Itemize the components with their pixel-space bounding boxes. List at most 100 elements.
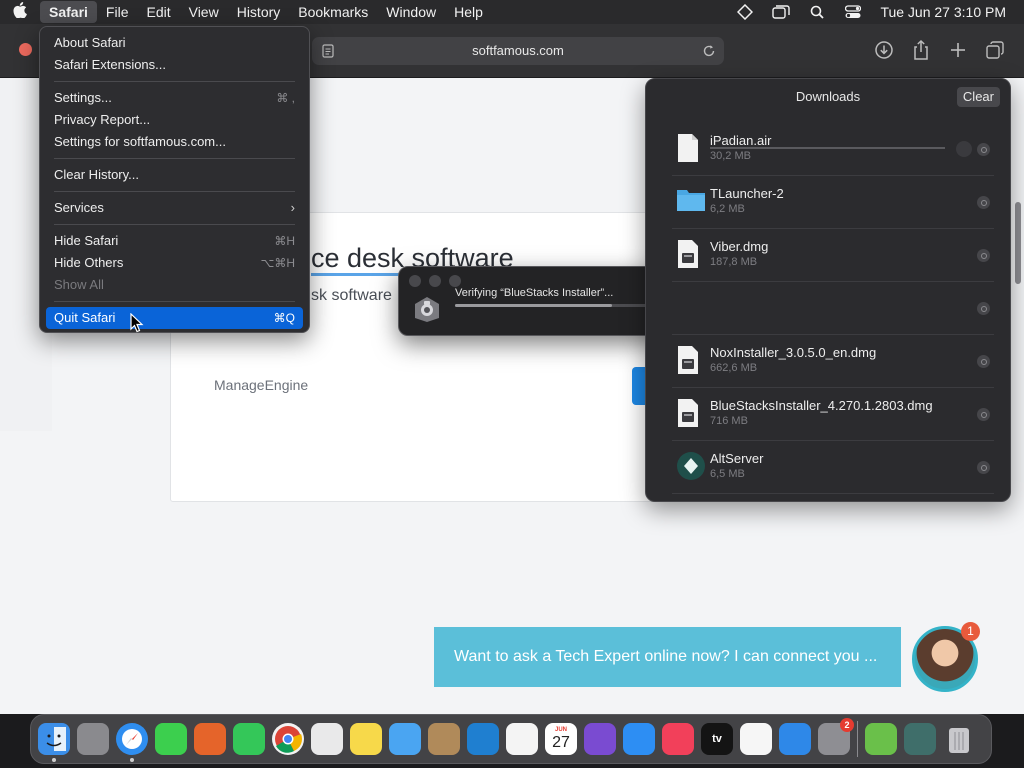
chat-prompt-banner[interactable]: Want to ask a Tech Expert online now? I …	[434, 627, 901, 687]
menu-bar-clock[interactable]: Tue Jun 27 3:10 PM	[880, 4, 1006, 20]
menu-item-label: Clear History...	[54, 167, 139, 182]
dock-trash-icon[interactable]	[943, 723, 975, 755]
menu-item-label: Services	[54, 200, 104, 215]
menu-item-safari-extensions[interactable]: Safari Extensions...	[46, 54, 303, 76]
download-item[interactable]: AltServer 6,5 MB	[672, 441, 994, 494]
dock-finder-icon[interactable]	[38, 723, 70, 762]
menu-file[interactable]: File	[97, 1, 138, 23]
dock-altserver-icon[interactable]	[904, 723, 936, 755]
verify-progress-fill	[455, 304, 612, 307]
menu-item-quit-safari[interactable]: Quit Safari ⌘Q	[46, 307, 303, 329]
menu-item-hide-safari[interactable]: Hide Safari ⌘H	[46, 230, 303, 252]
disk-image-icon	[676, 345, 704, 377]
new-tab-icon[interactable]	[947, 39, 969, 61]
menu-item-site-settings[interactable]: Settings for softfamous.com...	[46, 131, 303, 153]
close-dot[interactable]	[409, 275, 421, 287]
reveal-in-finder-icon[interactable]	[977, 461, 990, 474]
menu-safari[interactable]: Safari	[40, 1, 97, 23]
scrollbar-thumb[interactable]	[1015, 202, 1021, 284]
brand-label[interactable]: ManageEngine	[214, 377, 308, 393]
calendar-day: 27	[552, 734, 570, 751]
menu-item-clear-history[interactable]: Clear History...	[46, 164, 303, 186]
diamond-icon[interactable]	[736, 4, 754, 20]
dock-bluestacks-icon[interactable]	[865, 723, 897, 755]
chevron-right-icon: ›	[290, 200, 295, 215]
reveal-in-finder-icon[interactable]	[977, 355, 990, 368]
menu-bookmarks[interactable]: Bookmarks	[289, 1, 377, 23]
zoom-dot[interactable]	[449, 275, 461, 287]
dock-keynote-icon[interactable]	[779, 723, 811, 755]
dock-notes-icon[interactable]	[350, 723, 382, 755]
dock-safari-icon[interactable]	[116, 723, 148, 762]
dock-app-store-icon[interactable]	[623, 723, 655, 755]
search-icon[interactable]	[808, 5, 826, 19]
dock-reminders-icon[interactable]	[506, 723, 538, 755]
control-center-icon[interactable]	[844, 5, 862, 19]
dock-vscode-icon[interactable]	[467, 723, 499, 755]
dock-music-icon[interactable]	[662, 723, 694, 755]
dock: JUN 27 tv 2	[30, 714, 992, 764]
dock-firefox-icon[interactable]	[194, 723, 226, 755]
minimize-dot[interactable]	[429, 275, 441, 287]
dock-apple-tv-icon[interactable]: tv	[701, 723, 733, 755]
stop-download-icon[interactable]	[956, 141, 972, 157]
reveal-in-finder-icon[interactable]	[977, 302, 990, 315]
dock-contacts-icon[interactable]	[428, 723, 460, 755]
menu-item-privacy-report[interactable]: Privacy Report...	[46, 109, 303, 131]
dock-visual-studio-icon[interactable]	[584, 723, 616, 755]
menu-item-label: Privacy Report...	[54, 112, 151, 127]
download-filename: Viber.dmg	[710, 239, 769, 254]
dock-news-icon[interactable]	[740, 723, 772, 755]
reveal-in-finder-icon[interactable]	[977, 249, 990, 262]
menu-history[interactable]: History	[228, 1, 290, 23]
menu-window[interactable]: Window	[377, 1, 445, 23]
menu-item-show-all: Show All	[46, 274, 303, 296]
menu-item-services[interactable]: Services ›	[46, 197, 303, 219]
dock-facetime-icon[interactable]	[233, 723, 265, 755]
download-item[interactable]: Viber.dmg 187,8 MB	[672, 229, 994, 282]
tab-overview-icon[interactable]	[984, 39, 1006, 61]
dock-mail-icon[interactable]	[389, 723, 421, 755]
reveal-in-finder-icon[interactable]	[977, 408, 990, 421]
menu-shortcut: ⌘Q	[273, 311, 295, 325]
dock-messages-icon[interactable]	[155, 723, 187, 755]
downloads-icon[interactable]	[873, 39, 895, 61]
menu-separator	[54, 224, 295, 225]
display-icon[interactable]	[772, 5, 791, 19]
calendar-month: JUN	[554, 727, 567, 733]
download-item[interactable]: NoxInstaller_3.0.5.0_en.dmg 662,6 MB	[672, 335, 994, 388]
close-window-button[interactable]	[19, 43, 32, 56]
dock-calendar-icon[interactable]: JUN 27	[545, 723, 577, 755]
download-item[interactable]: TLauncher-2 6,2 MB	[672, 176, 994, 229]
apple-menu-icon[interactable]	[0, 2, 40, 22]
download-size: 187,8 MB	[710, 256, 758, 268]
download-filename: TLauncher-2	[710, 186, 784, 201]
dock-launchpad-icon[interactable]	[77, 723, 109, 755]
menu-item-settings[interactable]: Settings... ⌘ ,	[46, 87, 303, 109]
address-bar[interactable]: softfamous.com	[312, 37, 724, 65]
clear-downloads-button[interactable]: Clear	[956, 87, 1000, 107]
download-item[interactable]: BlueStacksInstaller_4.270.1.2803.dmg 716 …	[672, 388, 994, 441]
reveal-in-finder-icon[interactable]	[977, 143, 990, 156]
download-size: 6,2 MB	[710, 203, 745, 215]
menu-view[interactable]: View	[180, 1, 228, 23]
download-filename: AltServer	[710, 451, 764, 466]
dock-textedit-icon[interactable]	[311, 723, 343, 755]
reveal-in-finder-icon[interactable]	[977, 196, 990, 209]
menu-item-label: Settings for softfamous.com...	[54, 134, 226, 149]
downloads-popover: Downloads Clear iPadian.air 30,2 MB TLaunc…	[645, 78, 1011, 502]
menu-item-hide-others[interactable]: Hide Others ⌥⌘H	[46, 252, 303, 274]
page-menu-icon[interactable]	[322, 44, 334, 58]
menu-edit[interactable]: Edit	[137, 1, 179, 23]
menu-item-label: Quit Safari	[54, 310, 116, 325]
dock-system-settings-icon[interactable]: 2	[818, 718, 854, 755]
share-icon[interactable]	[910, 39, 932, 61]
reload-icon[interactable]	[702, 44, 716, 58]
folder-icon	[676, 186, 705, 218]
download-item[interactable]	[672, 282, 994, 335]
tv-label: tv	[712, 733, 722, 745]
menu-item-about-safari[interactable]: About Safari	[46, 32, 303, 54]
menu-help[interactable]: Help	[445, 1, 492, 23]
dock-chrome-icon[interactable]	[272, 723, 304, 755]
download-item[interactable]: iPadian.air 30,2 MB	[672, 123, 994, 176]
